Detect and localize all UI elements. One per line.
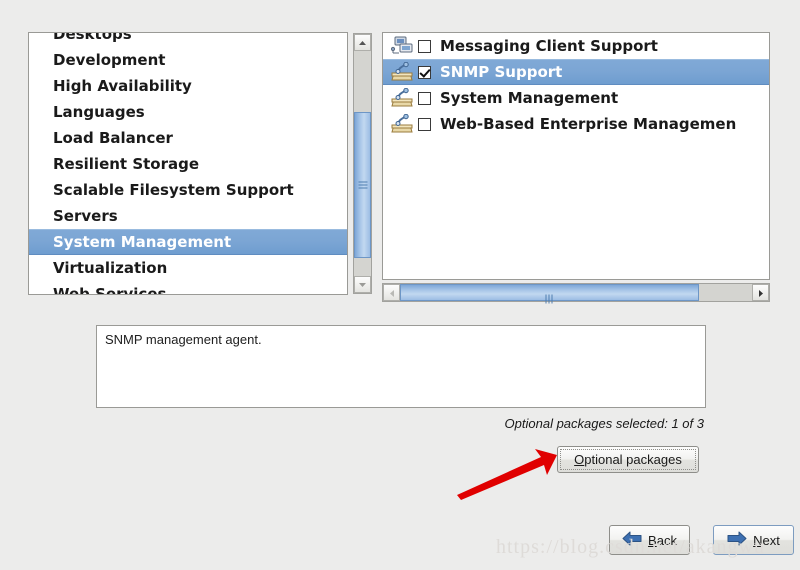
scroll-grip-icon <box>358 181 367 189</box>
package-label: SNMP Support <box>440 63 563 81</box>
package-checkbox[interactable] <box>418 39 431 53</box>
package-list-item[interactable]: Web-Based Enterprise Managemen <box>383 111 769 137</box>
scroll-thumb-horizontal[interactable] <box>400 284 699 303</box>
package-list-item[interactable]: SNMP Support <box>383 59 769 85</box>
scroll-down-button[interactable] <box>354 276 371 293</box>
package-list-item[interactable]: System Management <box>383 85 769 111</box>
chevron-right-icon <box>758 283 764 302</box>
optional-packages-status: Optional packages selected: 1 of 3 <box>504 416 704 431</box>
group-list-item[interactable]: High Availability <box>29 73 347 99</box>
optional-packages-button[interactable]: Optional packages <box>557 446 699 473</box>
package-label: Web-Based Enterprise Managemen <box>440 115 737 133</box>
package-tools-icon <box>391 87 413 108</box>
chevron-down-icon <box>358 282 367 288</box>
next-button-label: ext <box>762 532 780 548</box>
group-list-item[interactable]: Web Services <box>29 281 347 294</box>
installer-package-selection-screen: Desktops Development High Availability Lang… <box>0 0 800 570</box>
group-list-item[interactable]: Virtualization <box>29 255 347 281</box>
group-list-item[interactable]: Load Balancer <box>29 125 347 151</box>
package-tools-icon <box>391 61 413 82</box>
package-label: System Management <box>440 89 619 107</box>
scroll-right-button[interactable] <box>752 284 769 301</box>
group-list-item[interactable]: Languages <box>29 99 347 125</box>
scroll-up-button[interactable] <box>354 34 371 51</box>
chevron-left-icon <box>389 283 395 302</box>
chevron-up-icon <box>358 40 367 46</box>
optional-button-mnemonic: O <box>574 452 585 467</box>
watermark-text: https://blog.csdn.net/akangwu <box>496 536 765 558</box>
computer-network-icon <box>390 36 413 56</box>
group-list-item[interactable]: Scalable Filesystem Support <box>29 177 347 203</box>
group-list-item[interactable]: Servers <box>29 203 347 229</box>
scroll-left-button[interactable] <box>383 284 400 301</box>
package-subgroup-list[interactable]: Messaging Client Support SNMP Support Syst… <box>382 32 770 280</box>
package-checkbox[interactable] <box>418 117 431 131</box>
package-tools-icon <box>391 113 413 134</box>
package-description-box: SNMP management agent. <box>96 325 706 408</box>
group-list-item[interactable]: System Management <box>29 229 347 255</box>
package-group-list[interactable]: Desktops Development High Availability Lang… <box>28 32 348 295</box>
package-label: Messaging Client Support <box>440 37 658 55</box>
package-list-item[interactable]: Messaging Client Support <box>383 33 769 59</box>
group-list-item[interactable]: Desktops <box>29 33 347 47</box>
optional-button-label: ptional packages <box>584 452 682 467</box>
scroll-thumb[interactable] <box>354 112 371 258</box>
scroll-grip-icon <box>545 288 554 303</box>
group-list-item[interactable]: Development <box>29 47 347 73</box>
package-description-text: SNMP management agent. <box>105 332 262 347</box>
package-list-horizontal-scrollbar[interactable] <box>382 283 770 303</box>
package-checkbox[interactable] <box>418 65 431 79</box>
red-pointer-arrow <box>455 445 560 504</box>
group-list-vertical-scrollbar[interactable] <box>353 33 372 294</box>
group-list-item[interactable]: Resilient Storage <box>29 151 347 177</box>
package-checkbox[interactable] <box>418 91 431 105</box>
